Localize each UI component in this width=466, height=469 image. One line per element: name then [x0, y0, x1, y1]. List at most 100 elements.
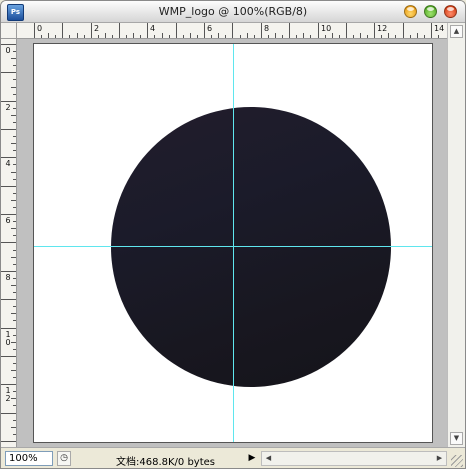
status-menu-arrow-icon[interactable]: ▶ [247, 452, 257, 465]
ruler-label: 0 [37, 24, 43, 33]
ruler-tick [13, 94, 16, 95]
ruler-tick [1, 271, 16, 272]
ruler-tick [388, 33, 389, 38]
ruler-tick [13, 391, 16, 392]
ruler-label: 2 [94, 24, 100, 33]
ruler-tick [1, 356, 16, 357]
ruler-tick [374, 23, 375, 38]
ruler-label: 4 [5, 159, 11, 168]
ruler-tick [11, 87, 16, 88]
ruler-tick [13, 292, 16, 293]
ruler-tick [13, 420, 16, 421]
close-button[interactable] [444, 5, 457, 18]
minimize-button[interactable] [404, 5, 417, 18]
ruler-tick [1, 101, 16, 102]
window-title: WMP_logo @ 100%(RGB/8) [158, 5, 308, 18]
ruler-tick [13, 193, 16, 194]
ruler-origin[interactable] [1, 23, 17, 39]
ruler-tick [1, 129, 16, 130]
ruler-tick [13, 150, 16, 151]
ruler-tick [13, 278, 16, 279]
ruler-tick [162, 33, 163, 38]
ruler-tick [69, 35, 70, 38]
ruler-tick [34, 23, 35, 38]
scroll-down-icon[interactable]: ▼ [450, 432, 463, 445]
ruler-tick [91, 23, 92, 38]
ruler-tick [438, 35, 439, 38]
ruler-tick [147, 23, 148, 38]
horizontal-scrollbar[interactable]: ◀ ▶ [261, 451, 447, 466]
ruler-tick [13, 207, 16, 208]
document-window: Ps WMP_logo @ 100%(RGB/8) 0 2 4 6 8 10 12 14 0 2… [0, 0, 466, 469]
ruler-tick [13, 335, 16, 336]
ruler-tick [13, 65, 16, 66]
canvas-workarea[interactable] [17, 39, 447, 447]
ruler-tick [1, 157, 16, 158]
ruler-label: 0 [5, 46, 11, 55]
ruler-tick [225, 35, 226, 38]
ruler-tick [13, 136, 16, 137]
document-canvas[interactable] [33, 43, 433, 443]
ruler-tick [62, 23, 63, 38]
ruler-tick [11, 58, 16, 59]
ruler-tick [1, 328, 16, 329]
ruler-tick [13, 306, 16, 307]
ruler-label: 6 [5, 216, 11, 225]
ruler-tick [254, 35, 255, 38]
ruler-tick [289, 23, 290, 38]
ruler-tick [13, 164, 16, 165]
vertical-guide[interactable] [233, 44, 234, 442]
ruler-tick [98, 35, 99, 38]
ruler-tick [296, 35, 297, 38]
ruler-tick [48, 33, 49, 38]
ruler-tick [275, 33, 276, 38]
scroll-left-icon[interactable]: ◀ [263, 453, 274, 464]
scroll-right-icon[interactable]: ▶ [434, 453, 445, 464]
ruler-tick [403, 23, 404, 38]
ruler-label: 12 [377, 24, 388, 33]
horizontal-guide[interactable] [34, 246, 432, 247]
ruler-tick [13, 221, 16, 222]
ruler-tick [13, 51, 16, 52]
scroll-up-icon[interactable]: ▲ [450, 25, 463, 38]
ruler-label: 10 [321, 24, 332, 33]
ruler-tick [360, 33, 361, 38]
ruler-tick [84, 35, 85, 38]
ruler-tick [240, 35, 241, 38]
ruler-tick [13, 377, 16, 378]
status-options-icon[interactable]: ◷ [57, 451, 71, 466]
ruler-tick [13, 235, 16, 236]
ruler-tick [13, 405, 16, 406]
ruler-tick [1, 384, 16, 385]
ruler-tick [339, 35, 340, 38]
ruler-tick [247, 33, 248, 38]
dark-circle-shape[interactable] [111, 107, 391, 387]
resize-grip-icon[interactable] [451, 455, 463, 467]
ruler-tick [13, 320, 16, 321]
document-size-info: 文档:468.8K/0 bytes [116, 457, 216, 468]
ruler-tick [154, 35, 155, 38]
ruler-tick [119, 23, 120, 38]
ruler-tick [55, 35, 56, 38]
ruler-tick [183, 35, 184, 38]
ruler-tick [13, 179, 16, 180]
ruler-tick [41, 35, 42, 38]
vertical-scrollbar[interactable]: ▲ ▼ [447, 23, 465, 447]
ruler-label: 6 [207, 24, 213, 33]
ruler-tick [353, 35, 354, 38]
ruler-tick [105, 33, 106, 38]
ruler-tick [1, 186, 16, 187]
zoom-field[interactable]: 100% [5, 451, 53, 466]
vertical-ruler[interactable]: 0 2 4 6 8 1 0 1 2 [1, 39, 17, 447]
horizontal-ruler[interactable]: 0 2 4 6 8 10 12 14 [17, 23, 447, 39]
title-bar[interactable]: Ps WMP_logo @ 100%(RGB/8) [1, 1, 465, 23]
ruler-tick [11, 285, 16, 286]
ruler-tick [13, 250, 16, 251]
ruler-tick [431, 23, 432, 38]
ruler-tick [424, 35, 425, 38]
status-bar: 100% ◷ 文档:468.8K/0 bytes ▶ ◀ ▶ [1, 447, 465, 468]
ruler-tick [417, 33, 418, 38]
ruler-tick [11, 115, 16, 116]
maximize-button[interactable] [424, 5, 437, 18]
ruler-label: 8 [5, 273, 11, 282]
